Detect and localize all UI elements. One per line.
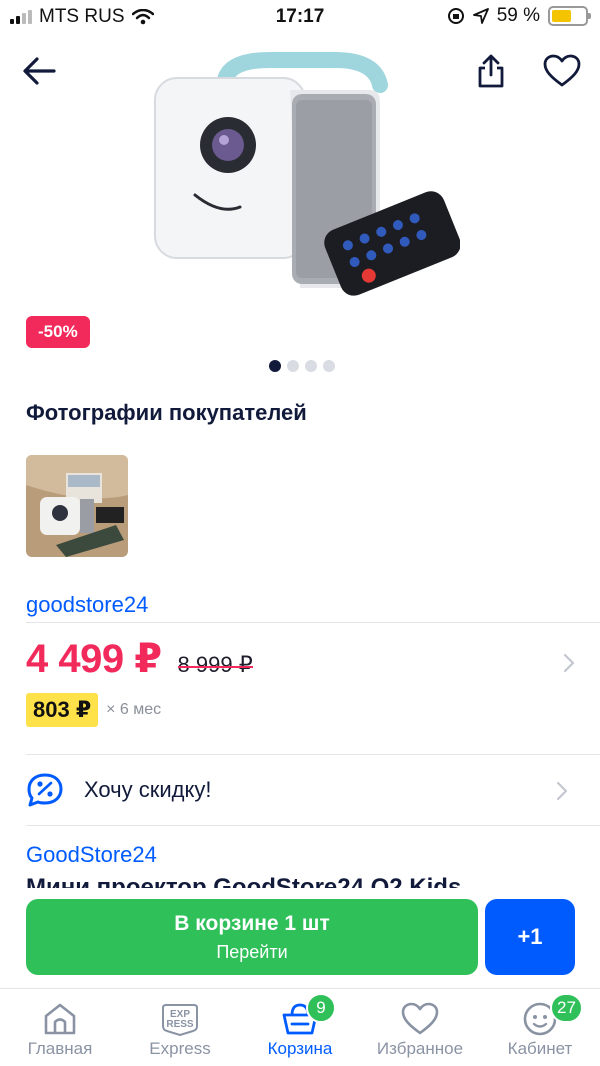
customer-photo-thumbnail[interactable] [26,455,128,557]
price-block[interactable]: 4 499 ₽ 8 999 ₽ [26,636,253,682]
pagination-dot[interactable] [287,360,299,372]
location-arrow-icon [472,8,489,24]
product-title-text: Мини проектор GoodStore24 Q2 Kids [26,874,462,888]
pagination-dot[interactable] [305,360,317,372]
express-icon: EXP RESS [162,1004,198,1036]
customer-photo-image [26,455,128,557]
battery-percent: 59 % [496,5,540,26]
notifications-badge: 27 [550,993,583,1023]
discount-percent-icon [27,773,63,807]
cart-count-badge: 9 [306,993,336,1023]
tab-express-label: Express [149,1039,211,1058]
tab-cabinet-label: Кабинет [507,1039,573,1058]
favorite-button[interactable] [540,50,584,92]
chevron-right-icon[interactable] [562,652,576,674]
discount-badge: -50% [26,316,90,348]
request-discount-label: Хочу скидку! [84,777,212,802]
divider [26,754,600,755]
tab-home[interactable]: Главная [0,989,120,1066]
home-icon [44,1003,76,1035]
projector-illustration [154,52,461,296]
installment-block: 803 ₽ × 6 мес [26,693,161,727]
pagination-dot[interactable] [323,360,335,372]
pagination-dot[interactable] [269,360,281,372]
gallery-pagination[interactable] [0,360,600,372]
product-image[interactable] [140,50,461,340]
tab-home-label: Главная [27,1039,93,1058]
battery-icon [548,6,591,26]
tab-favorites-label: Избранное [376,1039,464,1058]
status-bar: MTS RUS 17:17 59 % [0,0,600,36]
divider [26,622,600,623]
tab-express[interactable]: EXP RESS Express [120,989,240,1066]
heart-icon [401,1002,439,1035]
tab-cart[interactable]: Корзина 9 [240,989,360,1066]
current-price: 4 499 ₽ [26,637,162,681]
cart-button-sublabel: Перейти [216,941,288,962]
product-title: Мини проектор GoodStore24 Q2 Kids [26,872,586,888]
customer-photos-title: Фотографии покупателей [26,400,307,425]
tab-cart-label: Корзина [267,1039,333,1058]
tab-bar: Главная EXP RESS Express Корзина 9 Избра… [0,988,600,1066]
installment-term: × 6 мес [106,701,162,718]
installment-price: 803 ₽ [26,693,99,727]
orientation-lock-icon [447,8,464,24]
cart-button-label: В корзине 1 шт [174,911,330,935]
brand-link[interactable]: GoodStore24 [26,842,157,868]
heart-icon [543,54,581,87]
chevron-right-icon[interactable] [555,780,569,802]
share-icon [478,54,504,88]
arrow-left-icon [23,57,56,85]
share-button[interactable] [470,50,512,92]
tab-favorites[interactable]: Избранное [360,989,480,1066]
seller-link[interactable]: goodstore24 [26,592,148,618]
request-discount-row[interactable]: Хочу скидку! [26,770,576,810]
add-one-button[interactable]: +1 [485,899,575,975]
back-button[interactable] [18,50,60,92]
tab-cabinet[interactable]: Кабинет 27 [480,989,600,1066]
old-price: 8 999 ₽ [177,652,253,677]
go-to-cart-button[interactable]: В корзине 1 шт Перейти [26,899,478,975]
divider [26,825,600,826]
express-icon-bottom: RESS [166,1019,194,1030]
